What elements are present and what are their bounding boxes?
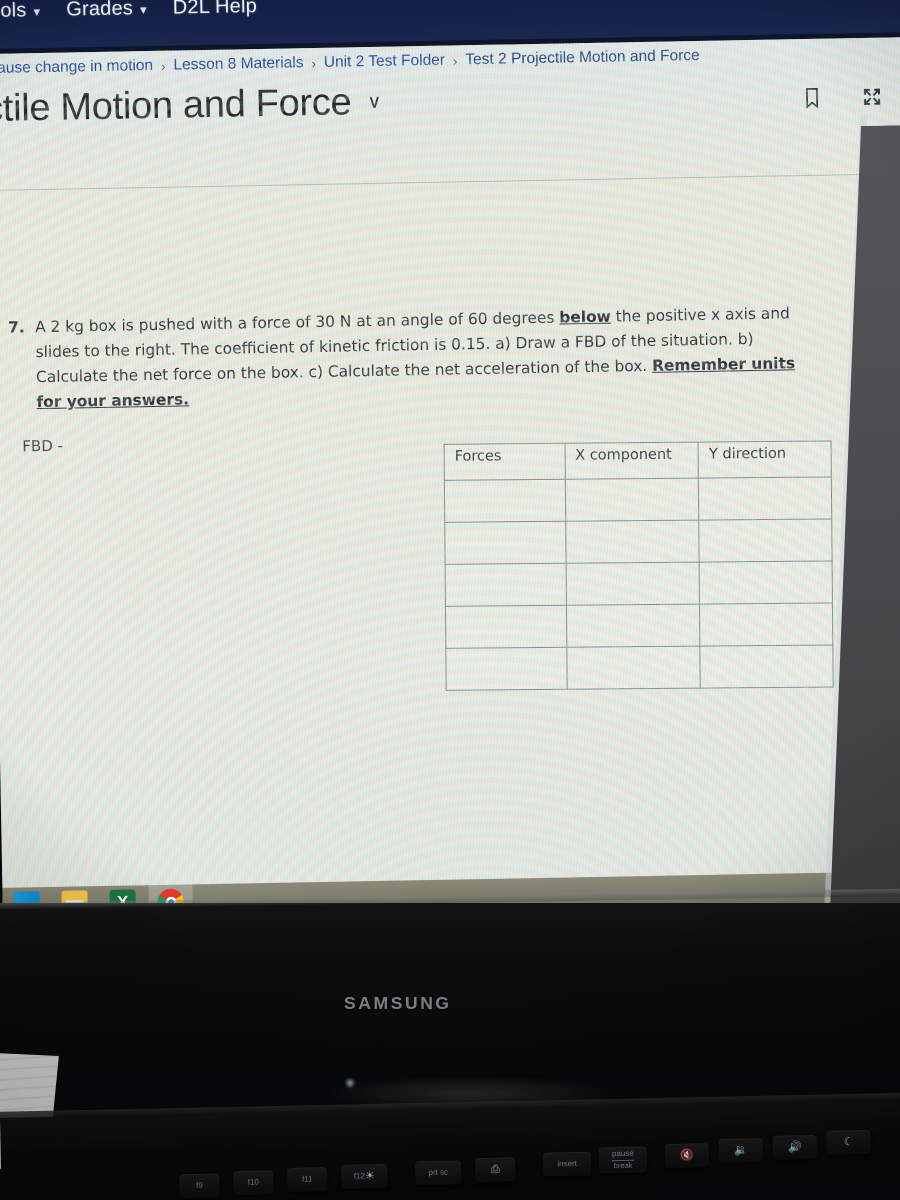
page-header-tools	[802, 86, 882, 109]
content-page: cause change in motion › Lesson 8 Materi…	[0, 36, 900, 912]
expand-icon[interactable]	[862, 86, 882, 108]
table-cell[interactable]	[699, 560, 833, 605]
table-cell[interactable]	[566, 604, 701, 648]
key-f10[interactable]: f10	[233, 1170, 274, 1196]
chevron-down-icon: ▾	[33, 3, 41, 19]
breadcrumb-separator-icon: ›	[452, 52, 458, 68]
bookmark-icon[interactable]	[802, 87, 822, 109]
page-title: ctile Motion and Force	[0, 81, 352, 131]
table-cell[interactable]	[565, 562, 700, 606]
nav-item-d2l-help-label: D2L Help	[172, 0, 258, 19]
nav-item-grades[interactable]: Grades ▾	[66, 0, 147, 22]
breadcrumb-separator-icon: ›	[311, 55, 316, 71]
key-volume-down[interactable]: 🔉	[718, 1138, 764, 1163]
key-sleep[interactable]: ☾	[826, 1129, 871, 1155]
table-header-row: Forces X component Y direction	[444, 440, 832, 481]
volume-up-icon: 🔊	[787, 1141, 802, 1154]
question-block: 7. A 2 kg box is pushed with a force of …	[8, 301, 800, 415]
mute-icon: 🔇	[679, 1149, 694, 1162]
chevron-down-icon: ▾	[139, 1, 147, 17]
screenshot-root: ols ▾ Grades ▾ D2L Help cause change in …	[0, 0, 900, 1200]
table-cell[interactable]	[444, 479, 566, 523]
table-row	[445, 644, 834, 691]
key-f9[interactable]: f9	[179, 1173, 220, 1199]
fbd-label: FBD -	[22, 436, 64, 456]
table-cell[interactable]	[445, 605, 567, 649]
breadcrumb-separator-icon: ›	[160, 58, 166, 74]
breadcrumb-item-folder[interactable]: Unit 2 Test Folder	[324, 52, 445, 72]
breadcrumb: cause change in motion › Lesson 8 Materi…	[0, 47, 700, 78]
monitor-power-led	[344, 1078, 356, 1088]
breadcrumb-item-lesson[interactable]: Lesson 8 Materials	[173, 54, 303, 74]
table-cell[interactable]	[698, 476, 832, 521]
nav-item-tools-label: ols	[0, 0, 27, 22]
table-cell[interactable]	[565, 520, 700, 564]
nav-item-grades-label: Grades	[66, 0, 134, 21]
table-cell[interactable]	[699, 602, 833, 647]
table-header-x-component: X component	[564, 442, 699, 480]
table-cell[interactable]	[700, 644, 834, 689]
table-row	[445, 560, 833, 607]
table-header-forces: Forces	[444, 443, 565, 481]
key-volume-up[interactable]: 🔊	[772, 1134, 818, 1160]
monitor-bezel	[0, 903, 900, 1063]
key-mute[interactable]: 🔇	[664, 1143, 710, 1169]
page-header-row: ctile Motion and Force ∨	[0, 71, 900, 131]
table-cell[interactable]	[445, 647, 567, 691]
question-text: A 2 kg box is pushed with a force of 30 …	[35, 301, 800, 415]
key-pause-break[interactable]: pause break	[598, 1146, 648, 1174]
table-cell[interactable]	[445, 563, 567, 607]
keyboard: HEWLETT-PACKARD f9 f10 f11 f12 ☀ prt sc …	[0, 1099, 900, 1200]
header-divider	[0, 172, 900, 191]
question-emphasis-below: below	[559, 307, 611, 327]
table-cell[interactable]	[444, 521, 566, 565]
sleep-moon-icon: ☾	[843, 1136, 854, 1149]
breadcrumb-item-course[interactable]: cause change in motion	[0, 57, 153, 78]
table-cell[interactable]	[564, 478, 700, 522]
table-row	[444, 476, 832, 523]
table-cell[interactable]	[699, 518, 833, 563]
brightness-icon: ☀	[364, 1170, 375, 1183]
key-print-screen[interactable]: prt sc	[414, 1160, 462, 1186]
key-f12[interactable]: f12 ☀	[341, 1163, 388, 1189]
key-f11[interactable]: f11	[287, 1167, 328, 1192]
key-insert[interactable]: insert	[542, 1151, 592, 1177]
monitor-screen: ols ▾ Grades ▾ D2L Help cause change in …	[0, 0, 900, 912]
nav-item-d2l-help[interactable]: D2L Help	[173, 0, 258, 20]
question-number: 7.	[7, 318, 25, 337]
question-text-part1: A 2 kg box is pushed with a force of 30 …	[34, 308, 560, 337]
clipboard-icon: ⎙	[490, 1163, 500, 1176]
key-clipboard[interactable]: ⎙	[474, 1157, 516, 1183]
table-row	[445, 602, 833, 649]
chevron-down-icon[interactable]: ∨	[367, 91, 381, 114]
nav-item-tools[interactable]: ols ▾	[0, 0, 40, 23]
breadcrumb-item-current: Test 2 Projectile Motion and Force	[465, 46, 700, 69]
volume-down-icon: 🔉	[733, 1144, 748, 1157]
table-row	[444, 518, 833, 565]
monitor-brand-label: SAMSUNG	[344, 993, 452, 1013]
forces-table: Forces X component Y direction	[444, 440, 834, 691]
table-cell[interactable]	[566, 646, 701, 690]
table-header-y-direction: Y direction	[698, 440, 832, 479]
